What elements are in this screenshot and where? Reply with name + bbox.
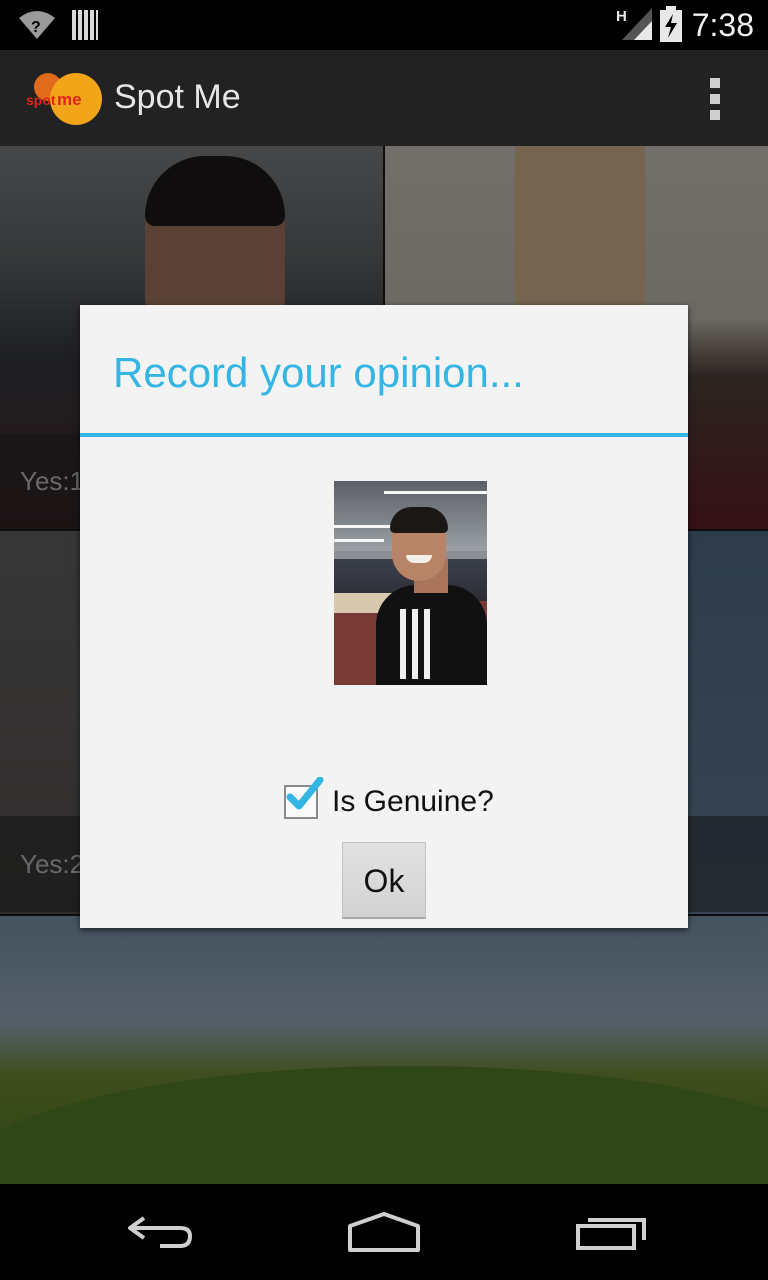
svg-text:spot: spot xyxy=(26,92,56,108)
action-bar: spot me Spot Me xyxy=(0,50,768,146)
opinion-dialog: Record your opinion... Is Genuine? Ok xyxy=(80,305,688,928)
checkmark-icon xyxy=(286,777,324,810)
photo-detail xyxy=(334,539,384,542)
photo-detail xyxy=(424,609,430,679)
battery-charging-icon xyxy=(660,6,682,42)
dialog-photo xyxy=(334,481,487,685)
photo-detail xyxy=(406,555,432,563)
home-icon[interactable] xyxy=(346,1212,422,1254)
genuine-checkbox[interactable] xyxy=(284,777,324,819)
status-bar: ? H 7:38 xyxy=(0,0,768,50)
wifi-help-icon: ? xyxy=(19,11,55,39)
svg-text:me: me xyxy=(57,90,82,109)
app-logo: spot me xyxy=(26,73,102,125)
clock: 7:38 xyxy=(691,7,754,43)
photo-detail xyxy=(376,585,487,685)
photo-detail xyxy=(334,525,394,528)
app-title: Spot Me xyxy=(114,78,241,116)
ok-button[interactable]: Ok xyxy=(342,842,426,919)
photo-detail xyxy=(384,491,487,494)
svg-text:?: ? xyxy=(31,19,41,36)
photo-detail xyxy=(390,507,448,533)
back-icon[interactable] xyxy=(124,1212,196,1252)
barcode-icon xyxy=(72,10,98,40)
photo-detail xyxy=(412,609,418,679)
navigation-bar xyxy=(0,1184,768,1280)
genuine-checkbox-label[interactable]: Is Genuine? xyxy=(332,785,494,819)
recent-apps-icon[interactable] xyxy=(574,1212,648,1252)
signal-icon xyxy=(622,8,652,40)
photo-detail xyxy=(400,609,406,679)
dialog-title: Record your opinion... xyxy=(113,349,524,396)
dialog-title-divider xyxy=(80,433,688,437)
overflow-menu-icon[interactable] xyxy=(710,78,722,122)
